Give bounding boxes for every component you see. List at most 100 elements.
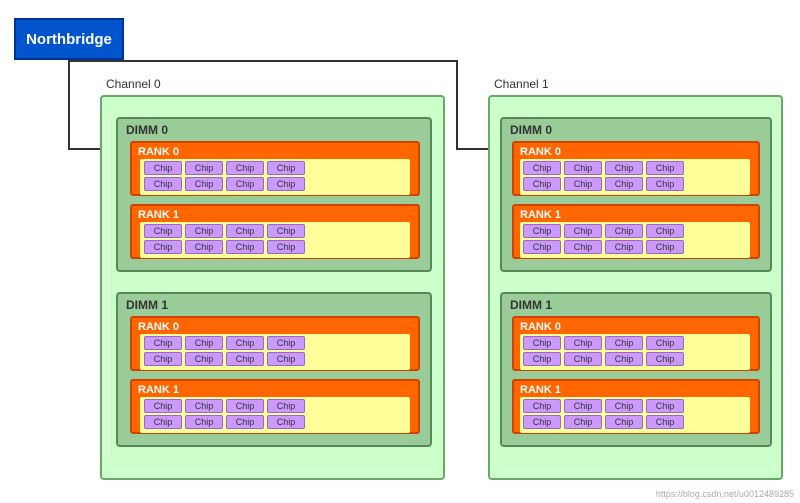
chip: Chip xyxy=(564,399,602,413)
chip: Chip xyxy=(267,352,305,366)
ch1-dimm0-rank0-label: RANK 0 xyxy=(520,146,561,158)
ch0-d0-r0-chips-area: Chip Chip Chip Chip Chip Chip Chip Chip xyxy=(140,159,410,195)
ch1-dimm1-rank0: RANK 0 Chip Chip Chip Chip Chip Chip Chi… xyxy=(512,316,760,371)
ch0-d0-r0-row1: Chip Chip Chip Chip xyxy=(144,161,305,175)
chip: Chip xyxy=(523,177,561,191)
ch0-d1-r1-chips-area: Chip Chip Chip Chip Chip Chip Chip Chip xyxy=(140,397,410,433)
ch0-d0-r1-row2: Chip Chip Chip Chip xyxy=(144,240,305,254)
chip: Chip xyxy=(523,161,561,175)
channel-1-container: Channel 1 DIMM 0 RANK 0 Chip Chip Chip C… xyxy=(488,95,783,480)
chip: Chip xyxy=(144,415,182,429)
ch1-dimm1-rank1: RANK 1 Chip Chip Chip Chip Chip Chip Chi… xyxy=(512,379,760,434)
ch1-dimm1-label: DIMM 1 xyxy=(510,298,552,312)
ch0-d1-r0-row2: Chip Chip Chip Chip xyxy=(144,352,305,366)
chip: Chip xyxy=(226,399,264,413)
chip: Chip xyxy=(646,399,684,413)
ch0-dimm1-label: DIMM 1 xyxy=(126,298,168,312)
ch0-dimm0-rank1: RANK 1 Chip Chip Chip Chip Chip Chip Chi… xyxy=(130,204,420,259)
ch1-dimm1: DIMM 1 RANK 0 Chip Chip Chip Chip Chip C… xyxy=(500,292,772,447)
chip: Chip xyxy=(646,415,684,429)
chip: Chip xyxy=(646,336,684,350)
ch1-d0-r0-chips-area: Chip Chip Chip Chip Chip Chip Chip Chip xyxy=(520,159,750,195)
chip: Chip xyxy=(646,352,684,366)
chip: Chip xyxy=(605,352,643,366)
ch0-dimm0-rank1-label: RANK 1 xyxy=(138,209,179,221)
chip: Chip xyxy=(185,336,223,350)
ch1-d1-r1-row1: Chip Chip Chip Chip xyxy=(523,399,684,413)
ch1-d0-r1-row1: Chip Chip Chip Chip xyxy=(523,224,684,238)
chip: Chip xyxy=(267,240,305,254)
chip: Chip xyxy=(185,399,223,413)
chip: Chip xyxy=(523,352,561,366)
chip: Chip xyxy=(185,224,223,238)
chip: Chip xyxy=(605,177,643,191)
ch1-d0-r1-chips-area: Chip Chip Chip Chip Chip Chip Chip Chip xyxy=(520,222,750,258)
chip: Chip xyxy=(523,415,561,429)
ch0-d1-r0-row1: Chip Chip Chip Chip xyxy=(144,336,305,350)
ch1-d0-r0-row1: Chip Chip Chip Chip xyxy=(523,161,684,175)
chip: Chip xyxy=(646,224,684,238)
chip: Chip xyxy=(226,224,264,238)
northbridge-box: Northbridge xyxy=(14,18,124,60)
ch1-d0-r0-row2: Chip Chip Chip Chip xyxy=(523,177,684,191)
ch1-dimm1-rank1-label: RANK 1 xyxy=(520,384,561,396)
chip: Chip xyxy=(267,224,305,238)
url-text: https://blog.csdn.net/u0012489285 xyxy=(656,489,794,499)
chip: Chip xyxy=(185,415,223,429)
chip: Chip xyxy=(144,161,182,175)
chip: Chip xyxy=(226,177,264,191)
ch1-dimm0-label: DIMM 0 xyxy=(510,123,552,137)
chip: Chip xyxy=(144,224,182,238)
ch1-dimm0-rank1: RANK 1 Chip Chip Chip Chip Chip Chip Chi… xyxy=(512,204,760,259)
chip: Chip xyxy=(185,177,223,191)
chip: Chip xyxy=(605,161,643,175)
ch0-dimm0-rank0-label: RANK 0 xyxy=(138,146,179,158)
chip: Chip xyxy=(605,399,643,413)
chip: Chip xyxy=(144,336,182,350)
chip: Chip xyxy=(564,352,602,366)
nb-line-down xyxy=(68,60,70,150)
ch1-d1-r1-row2: Chip Chip Chip Chip xyxy=(523,415,684,429)
chip: Chip xyxy=(185,240,223,254)
chip: Chip xyxy=(564,161,602,175)
chip: Chip xyxy=(144,399,182,413)
nb-line-down-ch1 xyxy=(456,60,458,150)
northbridge-label: Northbridge xyxy=(26,31,112,48)
chip: Chip xyxy=(564,336,602,350)
chip: Chip xyxy=(646,161,684,175)
chip: Chip xyxy=(226,352,264,366)
channel-1-label: Channel 1 xyxy=(494,77,549,91)
ch0-dimm1-rank1: RANK 1 Chip Chip Chip Chip Chip Chip Chi… xyxy=(130,379,420,434)
ch0-d1-r0-chips-area: Chip Chip Chip Chip Chip Chip Chip Chip xyxy=(140,334,410,370)
ch0-dimm0-label: DIMM 0 xyxy=(126,123,168,137)
ch1-d1-r0-row2: Chip Chip Chip Chip xyxy=(523,352,684,366)
chip: Chip xyxy=(605,240,643,254)
ch1-dimm1-rank0-label: RANK 0 xyxy=(520,321,561,333)
channel-0-container: Channel 0 DIMM 0 RANK 0 Chip Chip Chip C… xyxy=(100,95,445,480)
ch0-dimm0: DIMM 0 RANK 0 Chip Chip Chip Chip Chip C… xyxy=(116,117,432,272)
ch1-d1-r0-row1: Chip Chip Chip Chip xyxy=(523,336,684,350)
chip: Chip xyxy=(523,240,561,254)
ch1-dimm0-rank0: RANK 0 Chip Chip Chip Chip Chip Chip Chi… xyxy=(512,141,760,196)
chip: Chip xyxy=(144,240,182,254)
ch0-dimm1-rank0: RANK 0 Chip Chip Chip Chip Chip Chip Chi… xyxy=(130,316,420,371)
chip: Chip xyxy=(564,224,602,238)
chip: Chip xyxy=(267,415,305,429)
ch1-d0-r1-row2: Chip Chip Chip Chip xyxy=(523,240,684,254)
chip: Chip xyxy=(267,336,305,350)
chip: Chip xyxy=(523,399,561,413)
ch1-dimm0-rank1-label: RANK 1 xyxy=(520,209,561,221)
main-container: Northbridge Channel 0 DIMM 0 RANK 0 Chip… xyxy=(0,0,800,503)
chip: Chip xyxy=(226,336,264,350)
chip: Chip xyxy=(144,352,182,366)
channel-0-label: Channel 0 xyxy=(106,77,161,91)
ch1-dimm0: DIMM 0 RANK 0 Chip Chip Chip Chip Chip C… xyxy=(500,117,772,272)
chip: Chip xyxy=(646,240,684,254)
chip: Chip xyxy=(564,240,602,254)
ch0-dimm1: DIMM 1 RANK 0 Chip Chip Chip Chip Chip C… xyxy=(116,292,432,447)
chip: Chip xyxy=(605,224,643,238)
chip: Chip xyxy=(267,399,305,413)
chip: Chip xyxy=(226,240,264,254)
chip: Chip xyxy=(185,352,223,366)
chip: Chip xyxy=(267,161,305,175)
